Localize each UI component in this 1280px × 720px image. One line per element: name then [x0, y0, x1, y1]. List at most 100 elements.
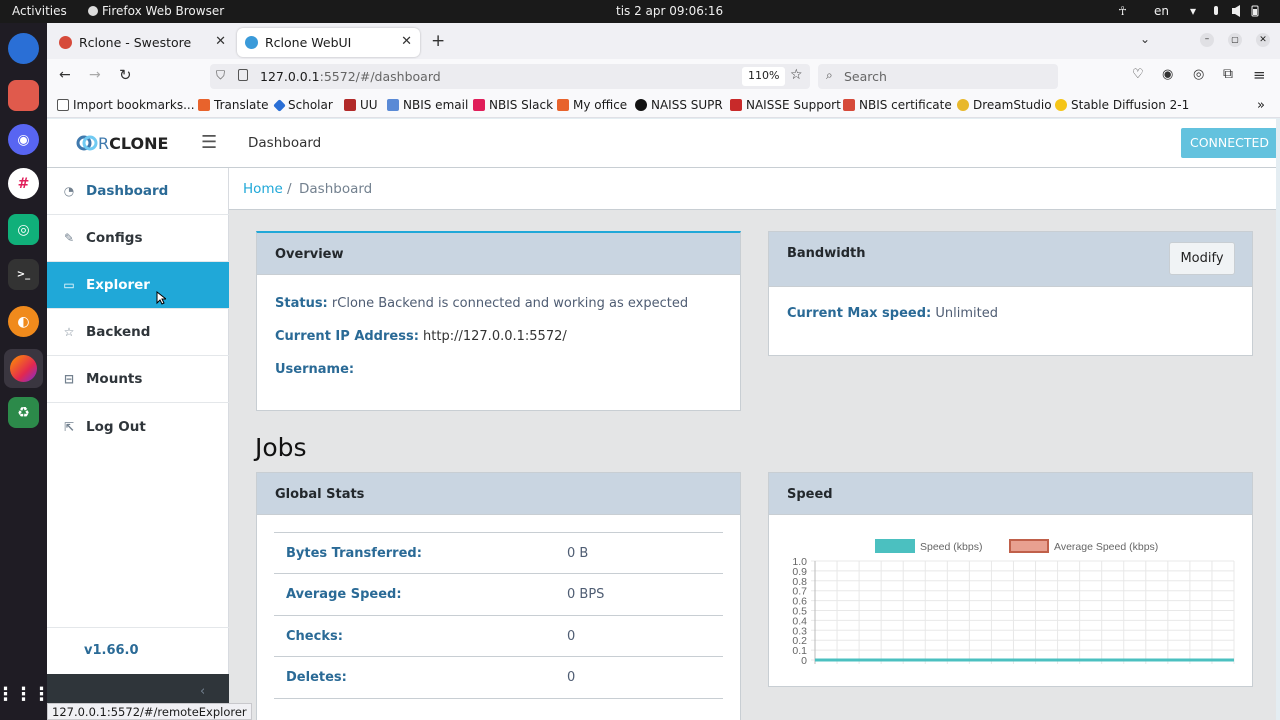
logo-text: CLONE: [109, 133, 169, 153]
firefox-dock-icon[interactable]: [4, 349, 43, 388]
close-window-icon[interactable]: ✕: [1256, 33, 1270, 47]
page-info-icon[interactable]: [238, 69, 248, 81]
username-label: Username:: [275, 362, 355, 377]
speed-chart: Speed (kbps) Average Speed (kbps)00.10.20…: [792, 539, 1235, 667]
activities-button[interactable]: Activities: [12, 4, 67, 18]
bookmark-star-icon[interactable]: ☆: [790, 67, 803, 83]
chevron-left-icon: ‹: [200, 684, 206, 699]
account-icon[interactable]: ◉: [1162, 67, 1173, 82]
status-value: rClone Backend is connected and working …: [331, 296, 689, 311]
back-arrow-icon[interactable]: ←: [59, 67, 71, 83]
global-stats-card: Global Stats Bytes Transferred: 0 B Avera…: [256, 472, 741, 720]
rclone-favicon-icon: [245, 36, 258, 49]
search-bar[interactable]: ⌕ Search: [818, 64, 1058, 89]
favicon-icon: [59, 36, 72, 49]
stat-row: Checks: 0: [274, 615, 723, 656]
header-dashboard-link[interactable]: Dashboard: [248, 135, 321, 151]
accessibility-icon[interactable]: ☥: [1118, 4, 1127, 18]
tab-label: Rclone - Swestore: [79, 35, 192, 50]
sidebar-item-label: Backend: [86, 324, 151, 340]
maximize-icon[interactable]: ▢: [1228, 33, 1242, 47]
breadcrumb-home-link[interactable]: Home: [243, 181, 283, 197]
bookmark-nbis-slack[interactable]: NBIS Slack: [473, 98, 553, 112]
system-top-bar: Activities Firefox Web Browser tis 2 apr…: [0, 0, 1280, 23]
rclone-logo-icon: [76, 135, 98, 151]
system-status-icons[interactable]: [1212, 5, 1259, 17]
sidebar-item-backend[interactable]: ☆ Backend: [47, 309, 229, 356]
zoom-level[interactable]: 110%: [742, 67, 786, 86]
extensions-icon[interactable]: ⧉: [1223, 66, 1233, 82]
blender-icon[interactable]: ◐: [8, 306, 39, 337]
uu-icon: [344, 99, 356, 111]
connected-badge[interactable]: CONNECTED: [1181, 128, 1276, 158]
close-tab-icon[interactable]: ✕: [401, 34, 412, 49]
bookmark-uu[interactable]: UU: [344, 98, 378, 112]
show-apps-icon[interactable]: ⋮⋮⋮: [0, 679, 51, 710]
legend-swatch: [875, 539, 915, 553]
language-indicator[interactable]: en: [1154, 4, 1169, 18]
sidebar-toggle-icon[interactable]: ☰: [201, 132, 217, 153]
clock[interactable]: tis 2 apr 09:06:16: [616, 4, 723, 18]
stat-row: Bytes Transferred: 0 B: [274, 532, 723, 573]
bookmark-translate[interactable]: Translate: [198, 98, 269, 112]
app-menu[interactable]: Firefox Web Browser: [88, 4, 224, 18]
rclone-logo[interactable]: R CLONE: [76, 132, 168, 154]
element-icon[interactable]: ◎: [8, 214, 39, 245]
search-input[interactable]: Search: [844, 69, 887, 84]
bookmark-my-office[interactable]: My office: [557, 98, 627, 112]
bookmark-naiss-supr[interactable]: NAISS SUPR: [635, 98, 723, 112]
modify-button[interactable]: Modify: [1169, 242, 1235, 275]
max-speed-row: Current Max speed: Unlimited: [787, 306, 998, 321]
bookmark-scholar[interactable]: Scholar: [273, 98, 333, 112]
bookmark-dreamstudio[interactable]: DreamStudio: [957, 98, 1052, 112]
sidebar-item-configs[interactable]: ✎ Configs: [47, 215, 229, 262]
legend-swatch: [1009, 539, 1049, 553]
bandwidth-card: Bandwidth Modify Current Max speed: Unli…: [768, 231, 1253, 356]
tab-rclone-swestore[interactable]: Rclone - Swestore ✕: [51, 28, 234, 57]
slack-icon[interactable]: #: [8, 168, 39, 199]
files-icon[interactable]: [8, 80, 39, 111]
stat-row: Deletes: 0: [274, 656, 723, 697]
new-tab-icon[interactable]: +: [431, 31, 445, 51]
terminal-icon[interactable]: >_: [8, 259, 39, 290]
wifi-icon[interactable]: ▾: [1190, 4, 1196, 18]
minimize-icon[interactable]: –: [1200, 33, 1214, 47]
forward-arrow-icon[interactable]: →: [89, 67, 101, 83]
ip-value: http://127.0.0.1:5572/: [423, 329, 567, 344]
sidebar-item-explorer[interactable]: ▭ Explorer: [47, 262, 229, 309]
firefox-icon: [88, 6, 98, 16]
close-tab-icon[interactable]: ✕: [215, 34, 226, 49]
more-bookmarks-chevron-icon[interactable]: »: [1257, 98, 1265, 113]
bookmark-stable-diffusion[interactable]: Stable Diffusion 2-1: [1055, 98, 1189, 112]
certificate-icon: [843, 99, 855, 111]
stat-label: Bytes Transferred:: [286, 546, 422, 561]
mouse-cursor-icon: [156, 291, 166, 305]
trash-icon[interactable]: ♻: [8, 397, 39, 428]
url-bar[interactable]: ⛉ 127.0.0.1:5572/#/dashboard 110% ☆: [210, 64, 810, 89]
extension-privacy-icon[interactable]: ◎: [1193, 67, 1204, 82]
sidebar-item-dashboard[interactable]: ◔ Dashboard: [47, 168, 229, 215]
sidebar-item-logout[interactable]: ⇱ Log Out: [47, 403, 229, 450]
bookmark-naisse-support[interactable]: NAISSE Support: [730, 98, 841, 112]
naiss-icon: [635, 99, 647, 111]
sidebar-item-mounts[interactable]: ⊟ Mounts: [47, 356, 229, 403]
link-status-bar: 127.0.0.1:5572/#/remoteExplorer: [47, 703, 252, 720]
bookmark-import[interactable]: Import bookmarks...: [57, 98, 195, 112]
reload-icon[interactable]: ↻: [119, 66, 132, 84]
shield-icon[interactable]: ⛉: [216, 68, 225, 83]
pocket-icon[interactable]: ♡: [1132, 67, 1144, 82]
menu-icon[interactable]: ≡: [1253, 66, 1266, 84]
list-tabs-chevron-down-icon[interactable]: ⌄: [1140, 32, 1150, 46]
thunderbird-icon[interactable]: [8, 33, 39, 64]
discord-icon[interactable]: ◉: [8, 124, 39, 155]
stat-value: 0 B: [567, 546, 589, 561]
logout-icon: ⇱: [63, 419, 75, 434]
overview-title: Overview: [257, 233, 740, 275]
y-tick-label: 1.0: [792, 556, 807, 568]
tab-rclone-webui[interactable]: Rclone WebUI ✕: [237, 28, 420, 57]
dock: ◉ # ◎ >_ ◐ ♻ ⋮⋮⋮: [0, 23, 51, 720]
version-label: v1.66.0: [84, 643, 139, 658]
bookmark-nbis-email[interactable]: NBIS email: [387, 98, 468, 112]
legend-label: Average Speed (kbps): [1054, 541, 1158, 553]
bookmark-nbis-certificate[interactable]: NBIS certificate: [843, 98, 952, 112]
